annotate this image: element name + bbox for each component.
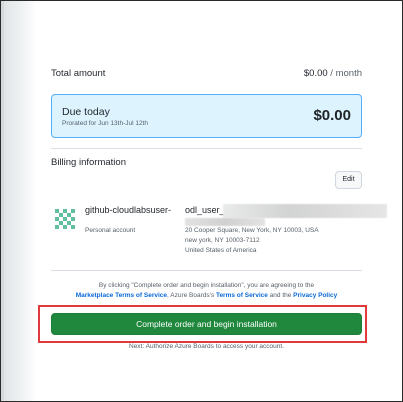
total-amount-value: $0.00 / month: [304, 68, 362, 79]
terms-agreement: By clicking "Complete order and begin in…: [51, 281, 362, 301]
terms-of-service-link[interactable]: Terms of Service: [216, 292, 268, 299]
redacted-region: [185, 218, 265, 226]
terms-and: and the: [269, 292, 292, 299]
total-amount-label: Total amount: [51, 68, 106, 79]
account-type: Personal account: [85, 227, 136, 234]
prorated-period: Prorated for Jun 13th-Jul 12th: [62, 120, 148, 127]
account-avatar-icon: [53, 207, 77, 231]
total-amount-period: / month: [327, 68, 362, 79]
total-amount-row: Total amount $0.00 / month: [51, 68, 362, 79]
address-line: United States of America: [185, 247, 257, 254]
privacy-policy-link[interactable]: Privacy Policy: [293, 292, 337, 299]
total-amount-number: $0.00: [303, 68, 328, 79]
divider: [51, 270, 362, 271]
due-today-box: Due today Prorated for Jun 13th-Jul 12th…: [51, 94, 362, 138]
billing-information-heading: Billing information: [51, 157, 126, 168]
order-summary-card: Total amount $0.00 / month Due today Pro…: [38, 41, 387, 401]
redacted-region: [223, 204, 387, 218]
checkout-panel: Total amount $0.00 / month Due today Pro…: [0, 0, 403, 402]
divider: [51, 148, 362, 149]
address-line: new york, NY 10003-7112: [185, 237, 260, 244]
next-step-note: Next: Authorize Azure Boards to access y…: [129, 343, 284, 350]
terms-prefix: By clicking "Complete order and begin in…: [98, 282, 315, 289]
due-today-amount: $0.00: [313, 107, 351, 124]
edit-billing-button[interactable]: Edit: [335, 171, 362, 189]
address-line: 20 Cooper Square, New York, NY 10003, US…: [185, 227, 319, 234]
marketplace-terms-link[interactable]: Marketplace Terms of Service: [76, 292, 167, 299]
terms-middle: , Azure Boards's: [167, 292, 215, 299]
left-page-edge: [1, 1, 37, 401]
due-today-title: Due today: [62, 106, 110, 118]
account-name: github-cloudlabsuser-: [85, 205, 172, 215]
complete-order-button[interactable]: Complete order and begin installation: [51, 313, 362, 335]
